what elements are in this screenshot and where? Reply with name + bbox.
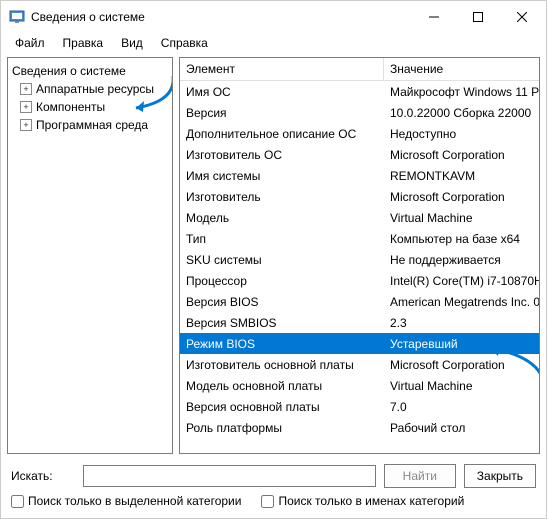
- cell-value: Рабочий стол: [384, 421, 539, 435]
- search-input[interactable]: [83, 465, 376, 487]
- table-row[interactable]: ТипКомпьютер на базе x64: [180, 228, 539, 249]
- tree-item[interactable]: + Аппаратные ресурсы: [10, 80, 170, 98]
- menu-file[interactable]: Файл: [7, 34, 53, 52]
- checkbox-selected-category-input[interactable]: [11, 495, 24, 508]
- cell-element: Версия: [180, 106, 384, 120]
- checkbox-selected-category-label: Поиск только в выделенной категории: [28, 494, 241, 508]
- cell-element: Изготовитель основной платы: [180, 358, 384, 372]
- cell-value: 2.3: [384, 316, 539, 330]
- tree-item-label: Программная среда: [36, 118, 148, 132]
- titlebar: Сведения о системе: [1, 1, 546, 33]
- cell-value: Virtual Machine: [384, 379, 539, 393]
- cell-value: 10.0.22000 Сборка 22000: [384, 106, 539, 120]
- column-header-value[interactable]: Значение: [384, 58, 539, 80]
- cell-element: Модель основной платы: [180, 379, 384, 393]
- menu-help[interactable]: Справка: [153, 34, 216, 52]
- table-row[interactable]: Версия SMBIOS2.3: [180, 312, 539, 333]
- cell-value: Майкрософт Windows 11 P: [384, 85, 539, 99]
- cell-element: Версия основной платы: [180, 400, 384, 414]
- cell-element: Версия SMBIOS: [180, 316, 384, 330]
- checkbox-selected-category[interactable]: Поиск только в выделенной категории: [11, 494, 241, 508]
- list-header: Элемент Значение: [180, 58, 539, 81]
- tree-item-label: Аппаратные ресурсы: [36, 82, 154, 96]
- tree-pane: Сведения о системе + Аппаратные ресурсы + К…: [7, 57, 173, 454]
- cell-value: Устаревший: [384, 337, 539, 351]
- table-row[interactable]: Изготовитель основной платыMicrosoft Cor…: [180, 354, 539, 375]
- footer: Искать: Найти Закрыть Поиск только в выд…: [1, 458, 546, 518]
- find-button[interactable]: Найти: [384, 464, 456, 488]
- table-row[interactable]: Режим BIOSУстаревший: [180, 333, 539, 354]
- checkbox-category-names-label: Поиск только в именах категорий: [278, 494, 464, 508]
- checkbox-row: Поиск только в выделенной категории Поис…: [11, 494, 536, 508]
- tree-root-label: Сведения о системе: [12, 64, 126, 78]
- cell-element: Роль платформы: [180, 421, 384, 435]
- cell-element: Режим BIOS: [180, 337, 384, 351]
- cell-value: REMONTKAVM: [384, 169, 539, 183]
- column-header-element[interactable]: Элемент: [180, 58, 384, 80]
- cell-element: Процессор: [180, 274, 384, 288]
- cell-value: Virtual Machine: [384, 211, 539, 225]
- table-row[interactable]: Версия основной платы7.0: [180, 396, 539, 417]
- cell-value: Intel(R) Core(TM) i7-10870H: [384, 274, 539, 288]
- table-row[interactable]: ПроцессорIntel(R) Core(TM) i7-10870H: [180, 270, 539, 291]
- main-content: Сведения о системе + Аппаратные ресурсы + К…: [1, 53, 546, 458]
- table-row[interactable]: Дополнительное описание ОСНедоступно: [180, 123, 539, 144]
- maximize-button[interactable]: [456, 1, 500, 33]
- cell-value: Microsoft Corporation: [384, 148, 539, 162]
- table-row[interactable]: Версия BIOSAmerican Megatrends Inc. 0: [180, 291, 539, 312]
- tree-root[interactable]: Сведения о системе: [10, 62, 170, 80]
- cell-element: Дополнительное описание ОС: [180, 127, 384, 141]
- cell-element: Изготовитель: [180, 190, 384, 204]
- table-row[interactable]: Роль платформыРабочий стол: [180, 417, 539, 438]
- checkbox-category-names[interactable]: Поиск только в именах категорий: [261, 494, 464, 508]
- cell-element: Имя ОС: [180, 85, 384, 99]
- cell-element: Модель: [180, 211, 384, 225]
- cell-value: Недоступно: [384, 127, 539, 141]
- cell-element: Версия BIOS: [180, 295, 384, 309]
- cell-value: 7.0: [384, 400, 539, 414]
- expand-icon[interactable]: +: [20, 83, 32, 95]
- table-row[interactable]: SKU системыНе поддерживается: [180, 249, 539, 270]
- app-icon: [9, 9, 25, 25]
- list-body: Имя ОСМайкрософт Windows 11 PВерсия10.0.…: [180, 81, 539, 438]
- expand-icon[interactable]: +: [20, 119, 32, 131]
- cell-value: Microsoft Corporation: [384, 358, 539, 372]
- tree-item-label: Компоненты: [36, 100, 105, 114]
- cell-value: Microsoft Corporation: [384, 190, 539, 204]
- list-pane: Элемент Значение Имя ОСМайкрософт Window…: [179, 57, 540, 454]
- cell-element: SKU системы: [180, 253, 384, 267]
- checkbox-category-names-input[interactable]: [261, 495, 274, 508]
- minimize-button[interactable]: [412, 1, 456, 33]
- table-row[interactable]: ИзготовительMicrosoft Corporation: [180, 186, 539, 207]
- table-row[interactable]: Изготовитель ОСMicrosoft Corporation: [180, 144, 539, 165]
- search-label: Искать:: [11, 469, 75, 483]
- cell-value: Не поддерживается: [384, 253, 539, 267]
- cell-element: Имя системы: [180, 169, 384, 183]
- menu-view[interactable]: Вид: [113, 34, 151, 52]
- close-button[interactable]: [500, 1, 544, 33]
- table-row[interactable]: МодельVirtual Machine: [180, 207, 539, 228]
- table-row[interactable]: Версия10.0.22000 Сборка 22000: [180, 102, 539, 123]
- expand-icon[interactable]: +: [20, 101, 32, 113]
- menu-edit[interactable]: Правка: [55, 34, 112, 52]
- window-title: Сведения о системе: [31, 10, 412, 24]
- close-dialog-button[interactable]: Закрыть: [464, 464, 536, 488]
- tree-item[interactable]: + Компоненты: [10, 98, 170, 116]
- table-row[interactable]: Имя системыREMONTKAVM: [180, 165, 539, 186]
- menubar: Файл Правка Вид Справка: [1, 33, 546, 53]
- tree-item[interactable]: + Программная среда: [10, 116, 170, 134]
- table-row[interactable]: Имя ОСМайкрософт Windows 11 P: [180, 81, 539, 102]
- cell-value: American Megatrends Inc. 0: [384, 295, 539, 309]
- search-row: Искать: Найти Закрыть: [11, 464, 536, 488]
- cell-element: Тип: [180, 232, 384, 246]
- window-controls: [412, 1, 544, 33]
- table-row[interactable]: Модель основной платыVirtual Machine: [180, 375, 539, 396]
- cell-value: Компьютер на базе x64: [384, 232, 539, 246]
- cell-element: Изготовитель ОС: [180, 148, 384, 162]
